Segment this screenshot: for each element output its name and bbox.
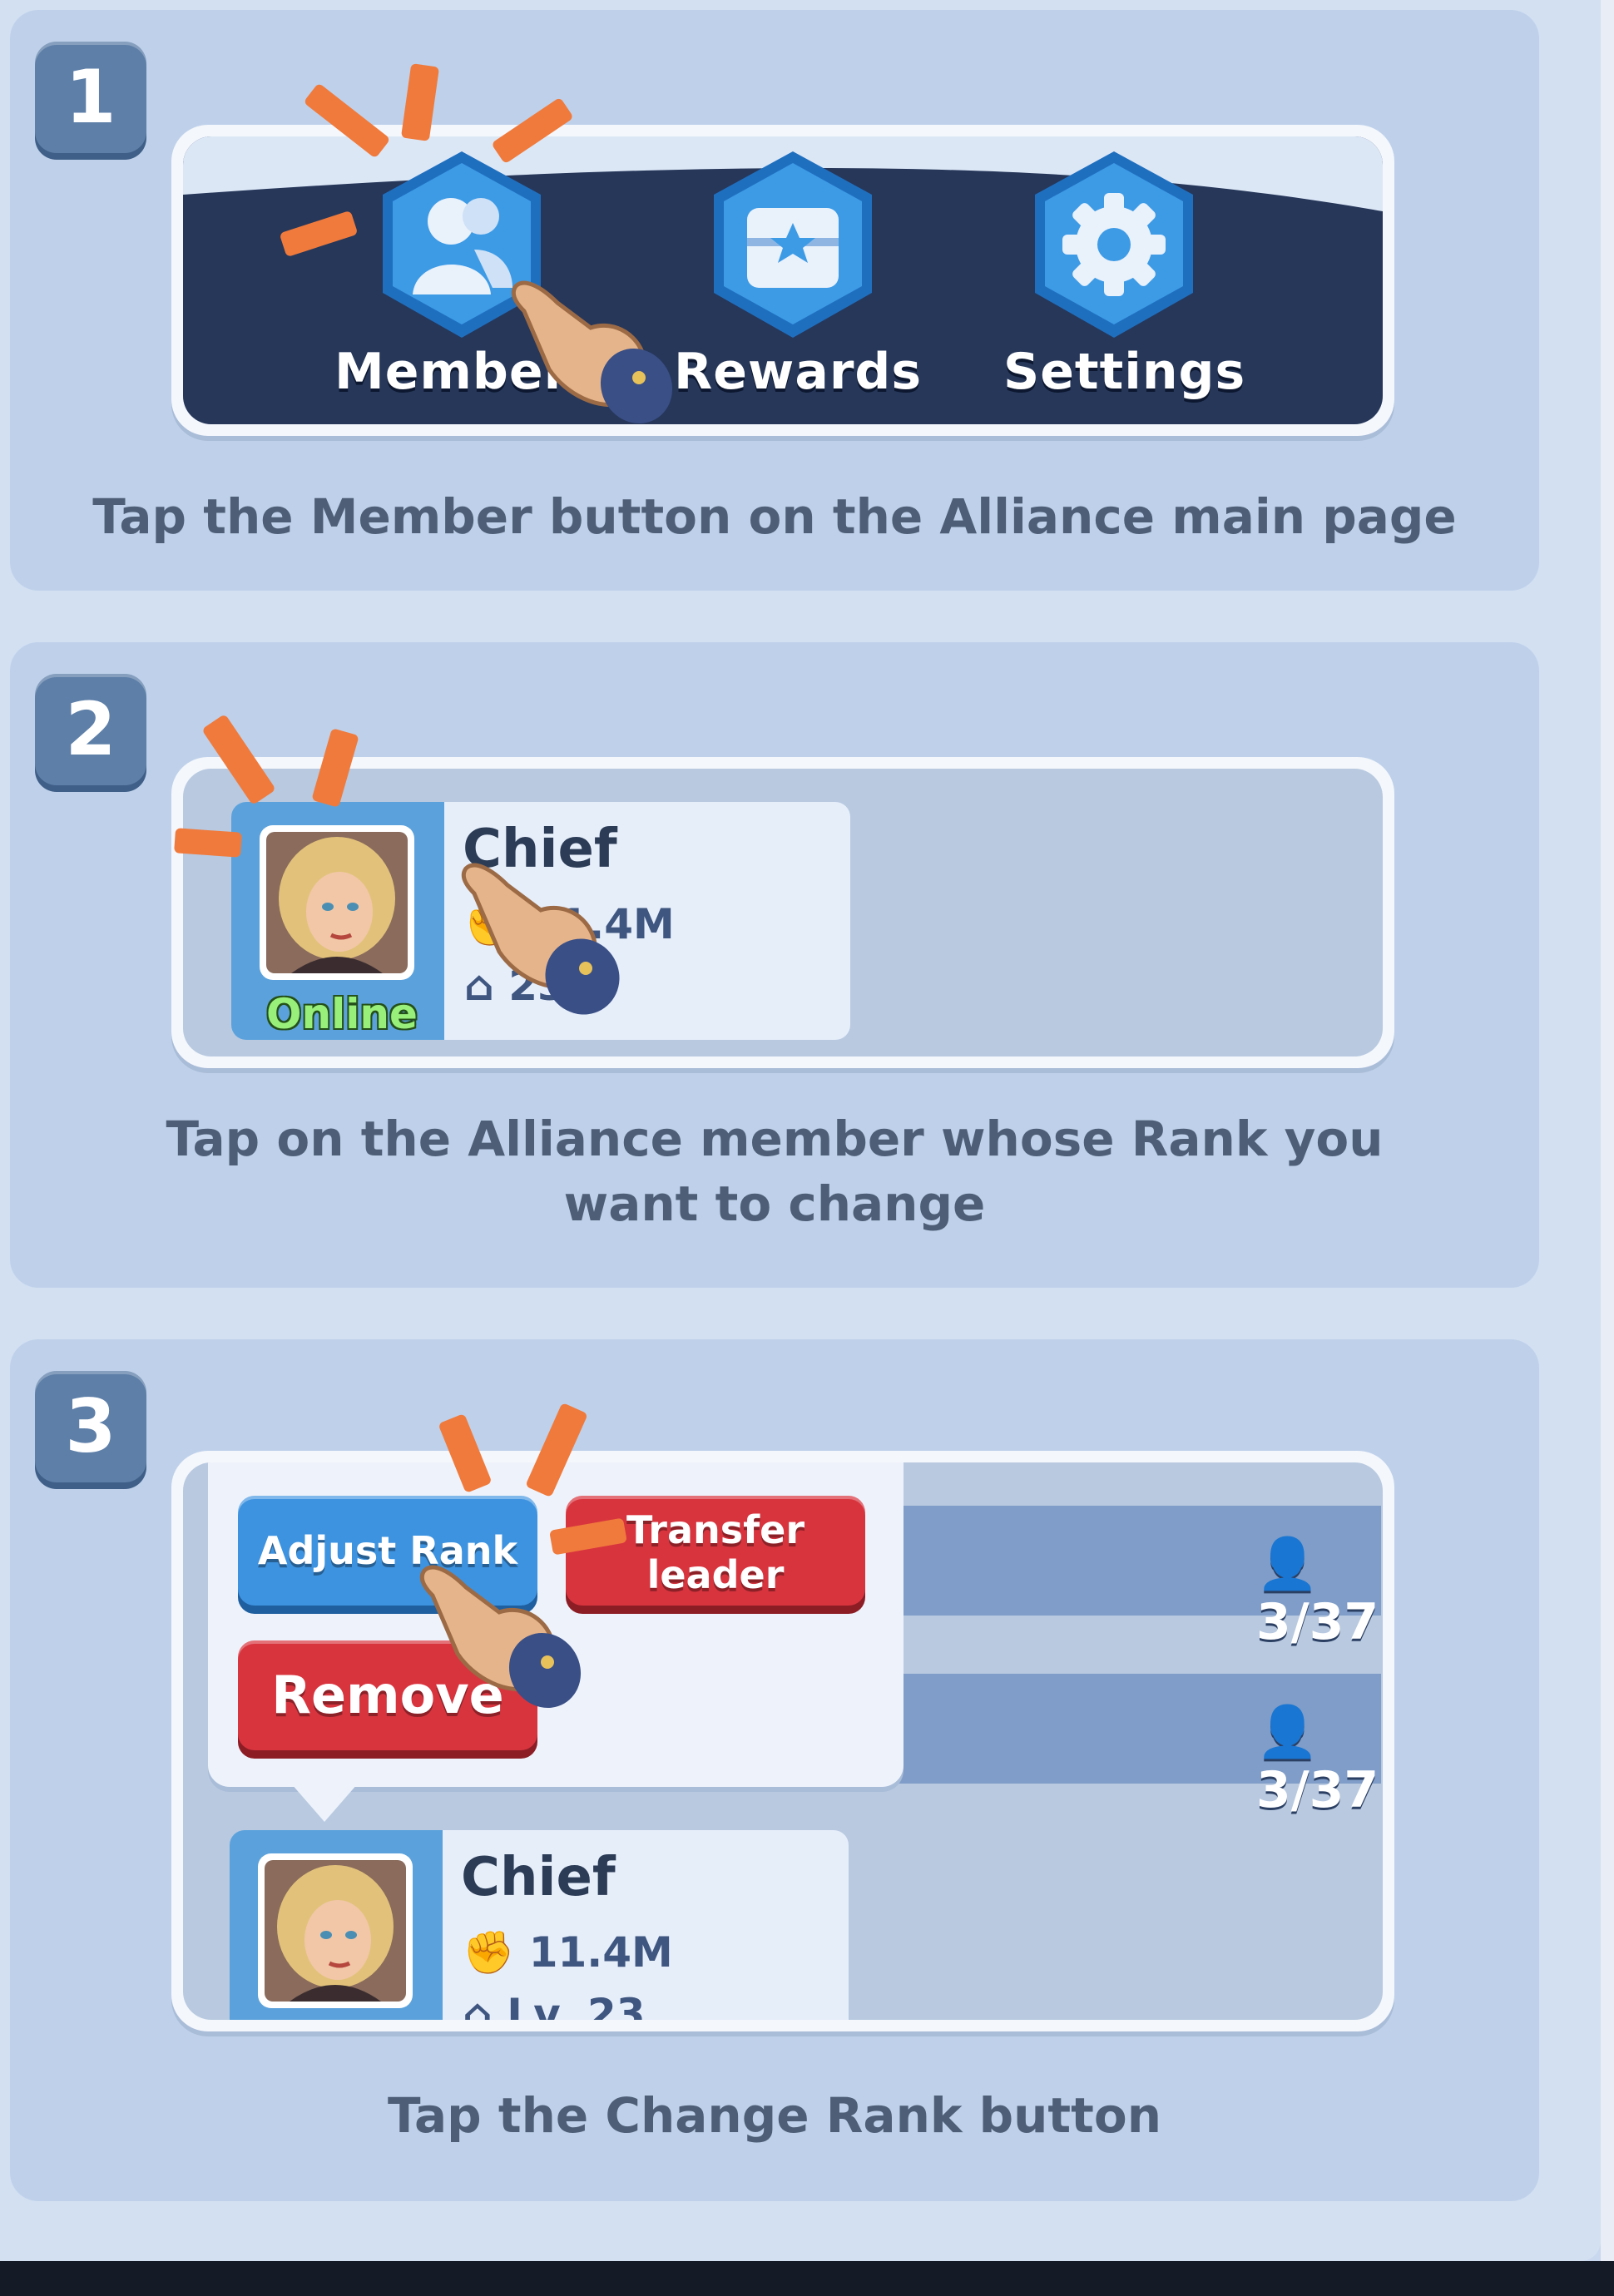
settings-label: Settings bbox=[1003, 343, 1246, 401]
step-3-badge: 3 bbox=[35, 1371, 146, 1482]
member-actions-inner: 👤 3/37 👤 3/37 Adjust Rank Transfer leade… bbox=[183, 1462, 1383, 2020]
window-edge bbox=[1601, 0, 1614, 2261]
highlight-ray bbox=[174, 828, 242, 858]
avatar bbox=[260, 825, 414, 980]
guide-panel: 1 Members Rewards Settings Tap the Membe… bbox=[0, 0, 1601, 2261]
gear-icon bbox=[1035, 151, 1193, 338]
member-level: ⌂ Lv. 23 bbox=[463, 1990, 646, 2020]
online-status: Online bbox=[266, 990, 418, 1038]
transfer-leader-button[interactable]: Transfer leader bbox=[566, 1496, 865, 1606]
person-icon: 👤 bbox=[1256, 1535, 1319, 1593]
fist-icon: ✊ bbox=[463, 1928, 515, 1977]
transfer-leader-label-line2: leader bbox=[646, 1552, 785, 1597]
member-info: Chief ✊ 11.4M ⌂ Lv. 23 bbox=[443, 1830, 849, 2020]
pointing-hand-icon bbox=[511, 280, 673, 424]
member-power: ✊ 11.4M bbox=[463, 1928, 673, 1977]
building-icon: ⌂ bbox=[463, 1990, 493, 2020]
chest-icon bbox=[714, 151, 872, 338]
alliance-nav-frame: Members Rewards Settings bbox=[171, 125, 1394, 436]
step-3-caption: Tap the Change Rank button bbox=[387, 2087, 1162, 2144]
row-count: 👤 3/37 bbox=[1256, 1534, 1383, 1651]
alliance-nav-inner: Members Rewards Settings bbox=[183, 136, 1383, 424]
step-1-badge: 1 bbox=[35, 42, 146, 153]
member-row[interactable]: Chief ✊ 11.4M ⌂ Lv. 23 bbox=[230, 1830, 849, 2020]
pointing-hand-icon bbox=[461, 863, 620, 1015]
member-list-frame: Online Chief ✊ 11.4M ⌂ 23 bbox=[171, 757, 1394, 1068]
bottom-bar bbox=[0, 2261, 1614, 2296]
step-1-caption: Tap the Member button on the Alliance ma… bbox=[92, 488, 1457, 545]
step-2-badge: 2 bbox=[35, 674, 146, 785]
step-2-caption: Tap on the Alliance member whose Rank yo… bbox=[166, 1111, 1384, 1232]
popup-pointer bbox=[291, 1784, 358, 1822]
person-icon: 👤 bbox=[1256, 1703, 1319, 1761]
rewards-label: Rewards bbox=[674, 343, 923, 401]
member-power-value: 11.4M bbox=[528, 1928, 673, 1977]
member-name: Chief bbox=[461, 1847, 616, 1908]
member-actions-frame: 👤 3/37 👤 3/37 Adjust Rank Transfer leade… bbox=[171, 1451, 1394, 2031]
member-level-value: Lv. 23 bbox=[507, 1990, 646, 2020]
row-count-value: 3/37 bbox=[1256, 1761, 1379, 1819]
row-count: 👤 3/37 bbox=[1256, 1702, 1383, 1819]
pointing-hand-icon bbox=[419, 1565, 582, 1709]
avatar bbox=[258, 1853, 413, 2008]
step-2-card: 2 Online Chief 11.4M ⌂ 23 Tap on the All… bbox=[10, 642, 1539, 1288]
step-3-card: 3 👤 3/37 👤 3/37 Adjust Rank Transfer lea… bbox=[10, 1339, 1539, 2201]
member-list-inner: Online Chief ✊ 11.4M ⌂ 23 bbox=[183, 769, 1383, 1056]
step-1-card: 1 Members Rewards Settings Tap the Membe… bbox=[10, 10, 1539, 591]
row-count-value: 3/37 bbox=[1256, 1593, 1379, 1651]
